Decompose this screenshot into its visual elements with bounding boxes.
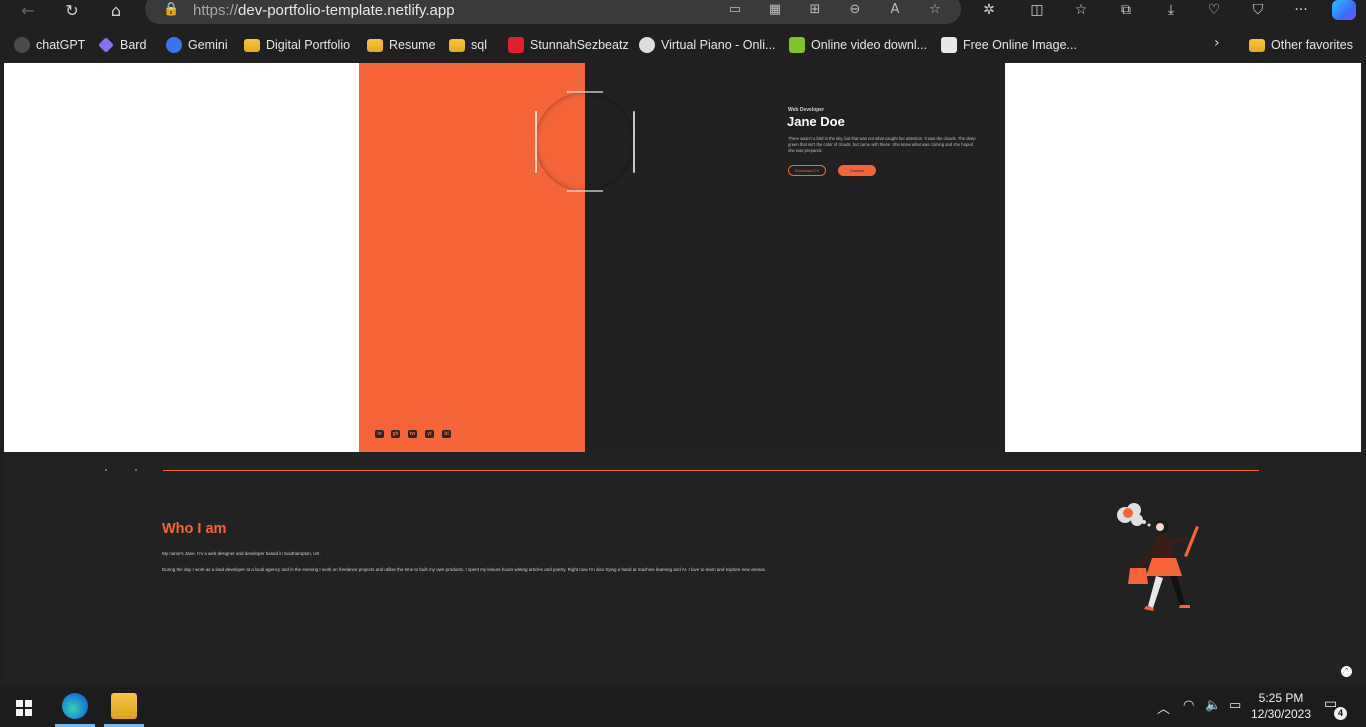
hero-name: Jane Doe [787,114,845,129]
favorite-free-online-image[interactable]: Free Online Image... [941,36,1077,54]
hero-subtitle: Web Developer [788,107,825,113]
avatar-ring-highlight [567,190,603,192]
more-icon[interactable]: ··· [1289,2,1313,22]
favorite-virtual-piano[interactable]: Virtual Piano - Onli... [639,36,775,54]
file-explorer-icon[interactable] [111,693,137,719]
chatgpt-icon [14,37,30,53]
twitter-icon[interactable]: tw [408,430,417,438]
hero-bio: There wasn't a bird in the sky, but that… [788,136,976,154]
image-tool-icon [941,37,957,53]
bard-icon [98,37,114,53]
about-paragraph: My name's Jane. I'm a web designer and d… [162,551,321,556]
linkedin-icon[interactable]: in [375,430,384,438]
nav-dot [105,469,107,471]
address-bar[interactable]: 🔒 https://dev-portfolio-template.netlify… [145,0,961,24]
copilot-shield-icon[interactable]: ⛉ [1246,2,1270,22]
folder-icon [244,38,260,52]
chevron-right-icon[interactable]: › [1214,35,1220,51]
windows-taskbar: ︿ ◠ 🔈 ▭ 5:25 PM 12/30/2023 ▭ 4 [0,687,1366,727]
favorite-chatgpt[interactable]: chatGPT [14,36,85,54]
gemini-icon [166,37,182,53]
extensions-icon[interactable]: ✲ [977,2,1001,22]
favorite-digital-portfolio[interactable]: Digital Portfolio [244,36,350,54]
scroll-to-top-button[interactable]: ⌃ [1341,666,1352,677]
clock-time: 5:25 PM [1258,691,1304,705]
contact-button[interactable]: Contact [838,165,876,176]
refresh-button[interactable]: ↻ [60,0,84,22]
avatar-ring-highlight [567,91,603,93]
browser-essentials-icon[interactable]: ♡ [1202,2,1226,22]
stunnah-icon [508,37,524,53]
page-margin-right [1005,63,1361,452]
folder-icon [367,38,383,52]
copilot-icon[interactable] [1332,0,1356,20]
browser-toolbar: ← ↻ ⌂ 🔒 https://dev-portfolio-template.n… [0,0,1366,26]
page-margin-left [4,63,359,452]
wifi-icon[interactable]: ◠ [1183,698,1194,713]
avatar [535,92,635,192]
url-text[interactable]: https://dev-portfolio-template.netlify.a… [193,2,455,19]
split-icon[interactable]: ⊞ [805,2,825,20]
read-aloud-icon[interactable]: A [885,2,905,20]
favorite-sql[interactable]: sql [449,36,487,54]
piano-icon [639,37,655,53]
github-icon[interactable]: gh [391,430,400,438]
zoom-out-icon[interactable]: ⊖ [845,2,865,20]
download-arrow-icon [789,37,805,53]
system-clock[interactable]: 5:25 PM 12/30/2023 [1246,690,1316,722]
downloads-icon[interactable]: ⤓ [1159,2,1183,22]
windows-start-icon[interactable] [16,700,32,716]
notification-badge: 4 [1334,707,1347,720]
folder-icon [449,38,465,52]
extensions-grid-icon[interactable]: ▦ [765,2,785,20]
clock-date: 12/30/2023 [1250,707,1312,721]
about-title: Who I am [162,521,227,537]
chevron-up-icon[interactable]: ︿ [1157,698,1170,717]
blog-icon[interactable]: bl [442,430,451,438]
section-divider [163,470,1259,471]
download-cv-button[interactable]: Download CV [788,165,826,176]
home-button[interactable]: ⌂ [104,0,128,22]
favorite-gemini[interactable]: Gemini [166,36,228,54]
back-button[interactable]: ← [16,0,40,22]
favorite-video-downloader[interactable]: Online video downl... [789,36,927,54]
woman-walking-illustration [1117,503,1199,611]
favorite-bard[interactable]: Bard [98,36,146,54]
lock-icon[interactable]: 🔒 [163,2,179,17]
battery-icon[interactable]: ▭ [1229,698,1241,713]
about-paragraph: During the day I work as a lead develope… [162,567,767,572]
folder-icon [1249,38,1265,52]
favorite-resume[interactable]: Resume [367,36,436,54]
volume-icon[interactable]: 🔈 [1205,698,1221,713]
nav-dot [135,469,137,471]
page-viewport: Web Developer Jane Doe There wasn't a bi… [4,63,1361,683]
other-favorites[interactable]: Other favorites [1249,36,1353,54]
youtube-icon[interactable]: yt [425,430,434,438]
app-available-icon[interactable]: ▭ [725,2,745,20]
favorite-star-icon[interactable]: ☆ [925,2,945,20]
favorites-icon[interactable]: ☆ [1069,2,1093,22]
collections-icon[interactable]: ⧉ [1114,2,1138,22]
favorite-stunnahsezbeatz[interactable]: StunnahSezbeatz [508,36,629,54]
edge-icon[interactable] [62,693,88,719]
favorites-bar: chatGPT Bard Gemini Digital Portfolio Re… [0,30,1366,60]
split-screen-icon[interactable]: ◫ [1025,2,1049,22]
